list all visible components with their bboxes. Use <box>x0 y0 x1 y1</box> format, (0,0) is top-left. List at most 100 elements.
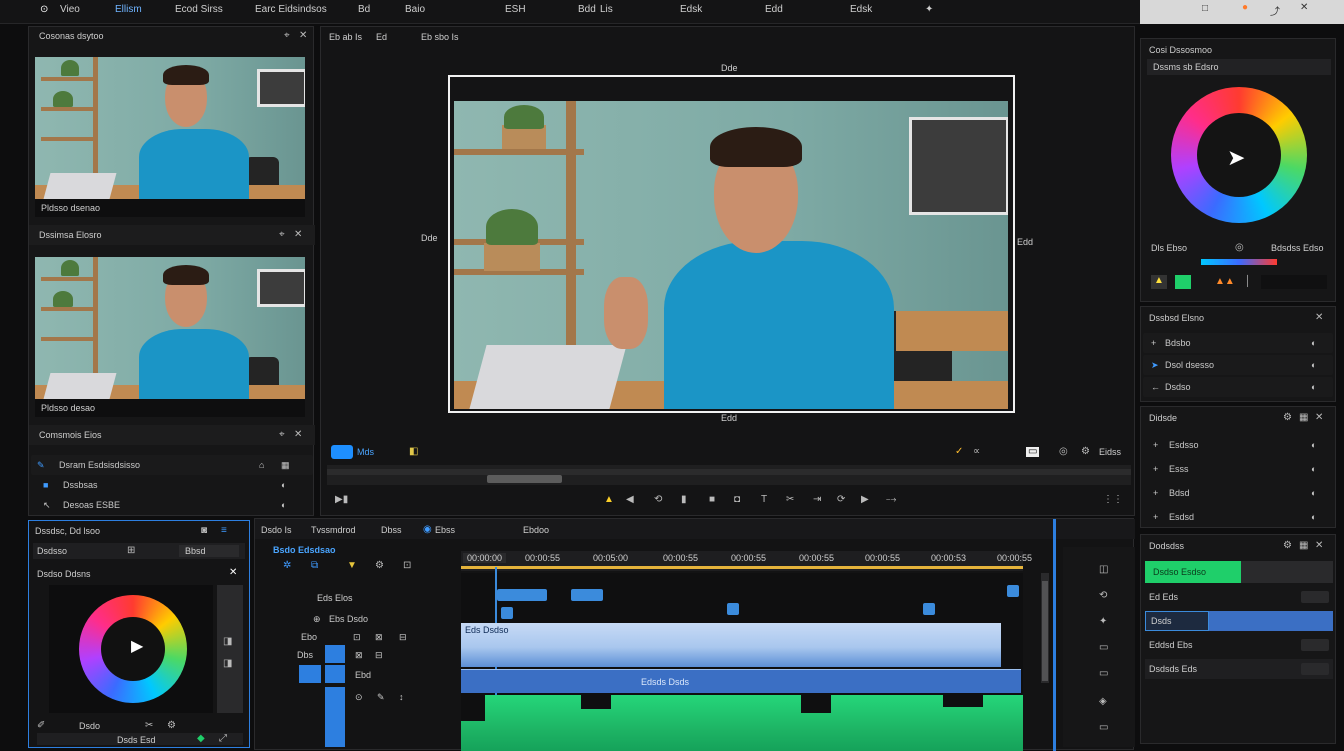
transport-settings-icon[interactable]: ⋮⋮ <box>1103 495 1123 505</box>
audio-close-icon[interactable]: ✕ <box>1315 541 1323 551</box>
track-row[interactable]: Ebo ⊡ ⊠ ⊟ <box>259 627 451 647</box>
slider-handle-icon[interactable]: ◨ <box>223 659 232 669</box>
play-all-icon[interactable]: ⟳ <box>837 495 845 505</box>
gear-icon[interactable]: ⚙ <box>167 721 176 731</box>
trim-icon[interactable]: T <box>761 495 767 505</box>
menu-item-10[interactable]: Edd <box>765 4 783 15</box>
play-icon[interactable]: ▶ <box>131 636 143 656</box>
viewer-tab-1[interactable]: Eb ab Is <box>329 32 362 42</box>
mute-icon[interactable]: ⊠ <box>375 632 383 643</box>
tool-icon[interactable]: ✐ <box>37 721 45 731</box>
detail-row[interactable]: + Bdsd ◐ <box>1143 483 1333 503</box>
pin-icon-3[interactable]: ⌖ <box>279 430 285 440</box>
side-tool-icon[interactable]: ◫ <box>1099 565 1108 575</box>
menu-icon[interactable]: ≡ <box>221 526 227 536</box>
detail-row[interactable]: + Esss ◐ <box>1143 459 1333 479</box>
lock-icon[interactable]: ◧ <box>409 447 418 457</box>
pin-icon[interactable]: ⌖ <box>284 31 290 41</box>
menu-item-0[interactable]: Vieo <box>60 4 80 15</box>
timeline-tab[interactable]: Ebdoo <box>523 525 549 535</box>
side-tool-icon[interactable]: ⟲ <box>1099 591 1107 601</box>
marker-clip[interactable] <box>571 589 603 601</box>
menu-item-3[interactable]: Earc Eidsindsos <box>255 4 327 15</box>
effect-row[interactable]: + Bdsbo ◐ <box>1143 333 1333 353</box>
timeline-tab[interactable]: Dbss <box>381 525 402 535</box>
toggle-icon[interactable]: ◐ <box>1311 464 1316 474</box>
lock-icon[interactable]: ⊕ <box>313 614 321 625</box>
video-clip-2[interactable]: Edsds Dsds <box>461 669 1021 693</box>
track-row[interactable]: Ebd <box>259 665 451 685</box>
home-icon[interactable]: ⌂ <box>259 460 264 470</box>
loop-icon[interactable]: ⟲ <box>654 495 662 505</box>
record-icon[interactable]: ● <box>1242 2 1248 13</box>
captions-icon[interactable]: ⊡ <box>403 561 411 571</box>
pin-icon-2[interactable]: ⌖ <box>279 230 285 240</box>
audio-field-green[interactable]: Dsdso Esdso <box>1145 561 1333 583</box>
settings-icon-4[interactable]: ⚙ <box>375 561 384 571</box>
track-row[interactable]: ⊕ Ebs Dsdo <box>259 609 451 629</box>
fire-icon[interactable]: ▲▲ <box>1215 277 1235 287</box>
eye-icon[interactable]: ⊡ <box>353 632 361 643</box>
pan-icon[interactable]: ↕ <box>399 692 404 702</box>
play-icon[interactable]: ▶ <box>861 495 869 505</box>
toggle-icon[interactable]: ◐ <box>1311 512 1316 522</box>
timeline-tab[interactable]: Tvssmdrod <box>311 525 356 535</box>
timeline-scrollbar[interactable] <box>1041 573 1049 683</box>
mute-icon[interactable]: ⊠ <box>355 650 363 661</box>
lumetri-close-icon[interactable]: ✕ <box>229 568 237 578</box>
marker-clip[interactable] <box>1007 585 1019 597</box>
eyedropper-icon[interactable]: ◎ <box>1235 243 1244 253</box>
list-item[interactable]: ■ Dssbsas ◐ <box>31 475 313 495</box>
menu-item-8[interactable]: Lis <box>600 4 613 15</box>
mark-out-icon[interactable]: ▮ <box>681 495 687 505</box>
detail-row[interactable]: + Esdsd ◐ <box>1143 507 1333 527</box>
grid-icon[interactable]: ▦ <box>281 460 290 471</box>
timeline-tab[interactable]: Ebss <box>435 525 455 535</box>
timeline-tab[interactable]: Dsdo Is <box>261 525 292 535</box>
close-icon[interactable]: ✕ <box>1300 2 1308 13</box>
marker-clip[interactable] <box>497 589 547 601</box>
star-icon[interactable]: ✦ <box>925 4 933 15</box>
menu-item-6[interactable]: ESH <box>505 4 526 15</box>
track-row[interactable]: ⊙ ✎ ↕ <box>259 687 451 747</box>
record-icon-3[interactable]: ⊙ <box>355 692 363 703</box>
marker-clip[interactable] <box>923 603 935 615</box>
lumetri-slider[interactable]: ◨ ◨ <box>217 585 243 713</box>
menu-item-7[interactable]: Bdd <box>578 4 596 15</box>
toggle-icon[interactable]: ◐ <box>1311 440 1316 450</box>
toggle-icon[interactable]: ◐ <box>1311 338 1316 348</box>
color-swatch-yellow[interactable]: ▲ <box>1151 275 1167 289</box>
marker-clip[interactable] <box>727 603 739 615</box>
clip-mark-icon[interactable]: ▶▮ <box>335 495 348 505</box>
toggle-icon[interactable]: ◐ <box>281 500 286 510</box>
snap-icon[interactable]: ✲ <box>283 561 291 571</box>
toggle-icon[interactable]: ◐ <box>281 480 286 490</box>
timeline-ruler[interactable]: 00:00:00 00:00:55 00:05:00 00:00:55 00:0… <box>461 551 1032 571</box>
stop-icon[interactable]: ■ <box>709 495 715 505</box>
audio-clip[interactable] <box>461 695 1023 751</box>
audio-field-blue[interactable]: Dsds <box>1145 611 1333 631</box>
gradient-strip[interactable] <box>1201 259 1277 265</box>
toggle-icon[interactable]: ◐ <box>1311 488 1316 498</box>
color-subtitle-bar[interactable]: Dssms sb Edsro <box>1147 59 1331 75</box>
viewer-scrubber[interactable] <box>327 465 1131 485</box>
settings-icon-3[interactable]: ⚙ <box>1283 541 1292 551</box>
effect-row[interactable]: ← Dsdso ◐ <box>1143 377 1333 397</box>
razor-icon[interactable]: ✂ <box>786 495 794 505</box>
ratio-icon[interactable]: ∝ <box>973 447 980 457</box>
lumetri-sub-row[interactable]: Dsdsso ⊞ Bbsd <box>33 543 245 559</box>
slider-handle-icon[interactable]: ◨ <box>223 637 232 647</box>
toggle-icon[interactable]: ◐ <box>1311 360 1316 370</box>
list-item[interactable]: ✎ Dsram Esdsisdsisso ⌂ ▦ <box>31 455 313 475</box>
record-icon-2[interactable]: ◘ <box>734 495 740 505</box>
wave-icon[interactable]: ✎ <box>377 692 385 703</box>
menu-item-2[interactable]: Ecod Sirss <box>175 4 223 15</box>
expand-icon[interactable]: ⤢ <box>219 734 227 744</box>
effects-close-icon[interactable]: ✕ <box>1315 313 1323 323</box>
menu-item-9[interactable]: Edsk <box>680 4 702 15</box>
color-value-field[interactable] <box>1261 275 1327 289</box>
target-icon[interactable]: ◉ <box>423 525 432 535</box>
marker-clip[interactable] <box>501 607 513 619</box>
menu-item-1[interactable]: Ellism <box>115 4 142 15</box>
audio-field[interactable]: Eddsd Ebs <box>1145 635 1333 655</box>
